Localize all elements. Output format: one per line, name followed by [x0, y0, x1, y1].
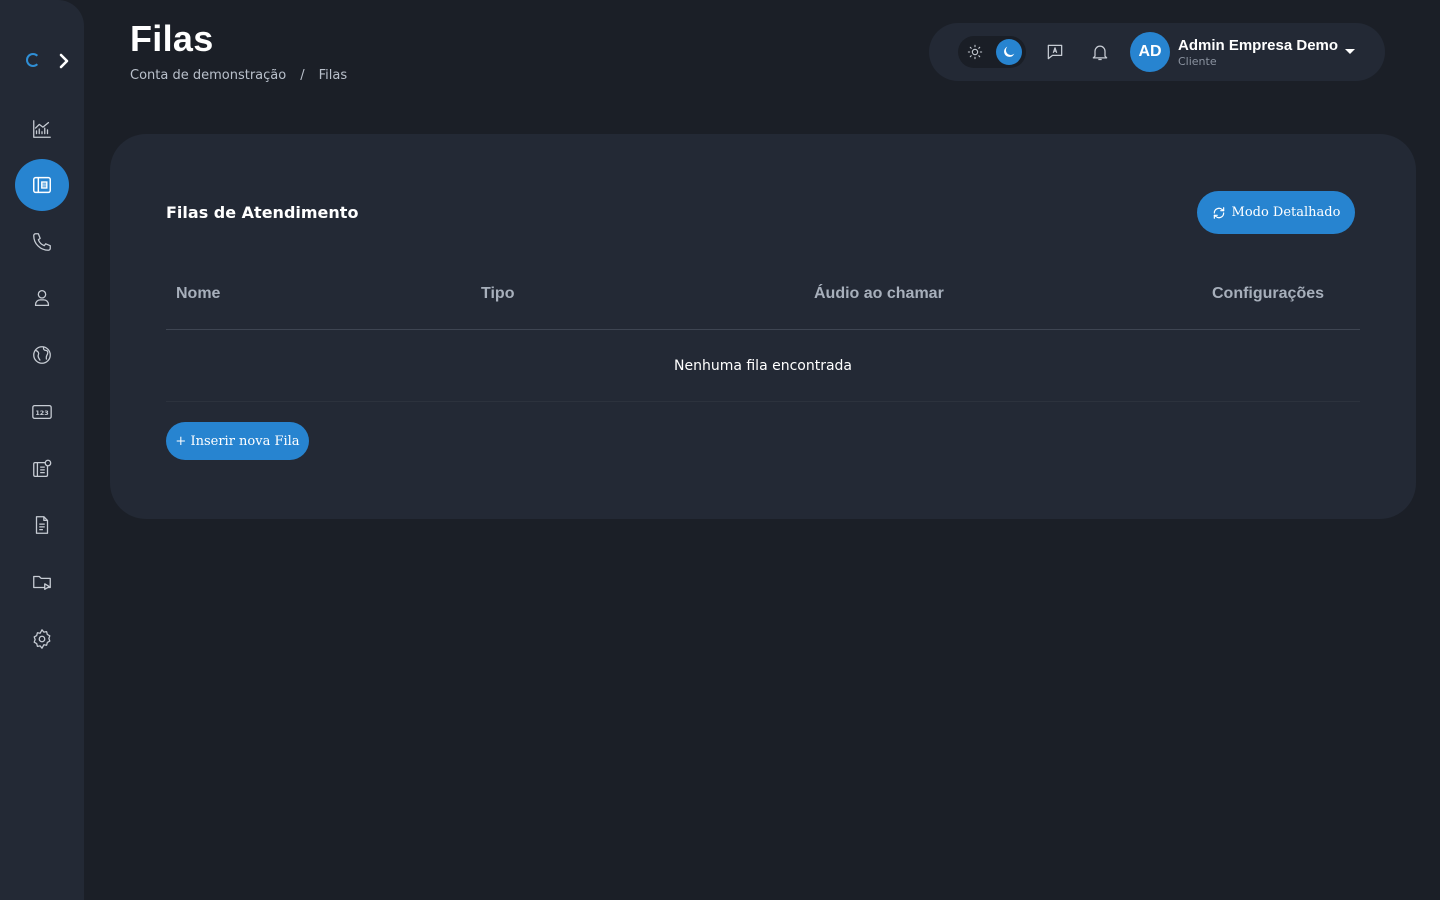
- theme-toggle[interactable]: [958, 36, 1026, 68]
- logo-spinner-icon: [26, 53, 40, 67]
- user-name[interactable]: Admin Empresa Demo: [1178, 37, 1338, 54]
- detailed-mode-button[interactable]: Modo Detalhado: [1197, 191, 1355, 234]
- top-bar: AD Admin Empresa Demo Cliente: [929, 23, 1385, 81]
- document-icon: [35, 516, 49, 534]
- sidebar-item-routes[interactable]: [15, 329, 69, 381]
- column-header-settings: Configurações: [1212, 285, 1325, 302]
- numbers-123-icon: 123: [32, 404, 52, 420]
- svg-text:123: 123: [35, 409, 48, 417]
- card-title: Filas de Atendimento: [166, 203, 359, 222]
- column-header-name: Nome: [176, 285, 221, 302]
- sidebar-item-ivr[interactable]: [15, 443, 69, 495]
- empty-table-message: Nenhuma fila encontrada: [166, 330, 1360, 402]
- column-header-audio: Áudio ao chamar: [814, 285, 944, 302]
- bell-icon[interactable]: [1088, 40, 1112, 64]
- column-header-type: Tipo: [481, 285, 515, 302]
- sidebar-item-recordings[interactable]: [15, 556, 69, 608]
- breadcrumb-current: Filas: [318, 68, 348, 83]
- sidebar-header: [26, 50, 76, 74]
- sidebar-item-settings[interactable]: [15, 613, 69, 665]
- user-icon: [34, 290, 50, 306]
- sidebar-item-reports[interactable]: [15, 499, 69, 551]
- expand-sidebar-chevron-icon[interactable]: [58, 52, 70, 74]
- sidebar-item-dashboard[interactable]: [15, 103, 69, 155]
- phone-icon: [33, 233, 51, 251]
- breadcrumb-account[interactable]: Conta de demonstração: [130, 68, 286, 83]
- sidebar-item-queues[interactable]: [15, 159, 69, 211]
- breadcrumb-separator: /: [300, 68, 305, 83]
- sidebar: 123: [0, 0, 84, 900]
- folder-play-icon: [33, 575, 51, 590]
- sidebar-item-users[interactable]: [15, 272, 69, 324]
- insert-queue-button[interactable]: + Inserir nova Fila: [166, 422, 309, 460]
- queue-list-icon: [33, 176, 51, 194]
- table-header: Nome Tipo Áudio ao chamar Configurações: [166, 274, 1360, 330]
- sidebar-item-numbers[interactable]: 123: [15, 386, 69, 438]
- page-title: Filas: [130, 18, 214, 59]
- queues-card: Filas de Atendimento Modo Detalhado Nome…: [110, 134, 1416, 519]
- globe-icon: [33, 346, 51, 364]
- chat-support-icon[interactable]: [1043, 40, 1067, 64]
- sidebar-item-calls[interactable]: [15, 216, 69, 268]
- gear-icon: [33, 629, 51, 649]
- detailed-mode-label: Modo Detalhado: [1231, 205, 1341, 220]
- moon-icon[interactable]: [996, 39, 1022, 65]
- breadcrumb: Conta de demonstração / Filas: [130, 68, 347, 83]
- caret-down-icon[interactable]: [1345, 49, 1355, 54]
- switch-mode-icon: [1213, 206, 1224, 219]
- ivr-icon: [33, 459, 52, 477]
- sun-icon[interactable]: [962, 39, 988, 65]
- chart-line-icon: [33, 120, 51, 138]
- avatar[interactable]: AD: [1130, 32, 1170, 72]
- user-role: Cliente: [1178, 55, 1217, 68]
